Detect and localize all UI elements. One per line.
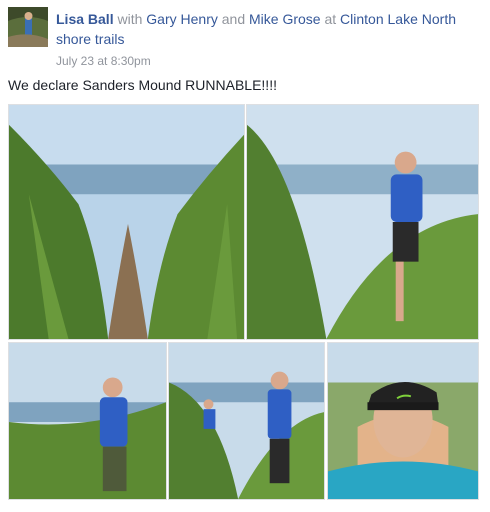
at-word: at (324, 11, 337, 27)
post-text: We declare Sanders Mound RUNNABLE!!!! (8, 77, 277, 93)
photo-image (9, 343, 166, 499)
tagged-user-link[interactable]: Gary Henry (146, 11, 218, 27)
photo-runner-blue[interactable] (246, 104, 479, 340)
and-word: and (221, 11, 246, 27)
post-title-line: Lisa Ball with Gary Henry and Mike Grose… (56, 9, 476, 49)
photo-trail[interactable] (8, 104, 245, 340)
photo-image (9, 105, 244, 339)
photo-runner-lake[interactable] (8, 342, 167, 500)
author-link[interactable]: Lisa Ball (56, 11, 114, 27)
post-timestamp[interactable]: July 23 at 8:30pm (56, 54, 476, 68)
photo-runners-grass[interactable] (168, 342, 325, 500)
post-header: Lisa Ball with Gary Henry and Mike Grose… (8, 7, 482, 68)
post-meta: Lisa Ball with Gary Henry and Mike Grose… (56, 9, 476, 68)
photo-image (247, 105, 478, 339)
tagged-user-link[interactable]: Mike Grose (249, 11, 321, 27)
with-word: with (117, 11, 143, 27)
photo-image (169, 343, 324, 499)
photo-selfie[interactable] (327, 342, 479, 500)
avatar[interactable] (8, 7, 48, 47)
photo-image (328, 343, 478, 499)
